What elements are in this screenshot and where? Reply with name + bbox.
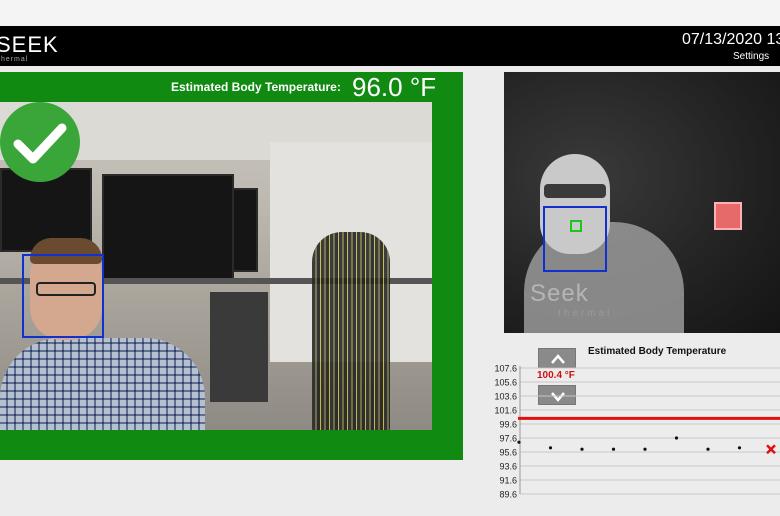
equipment [210,292,268,402]
monitor [102,174,234,282]
thermal-watermark: Seek [530,280,589,307]
seek-logo-sub: thermal [0,56,29,63]
temperature-chart: Estimated Body Temperature 100.4 °F 107.… [480,340,780,516]
thermal-hotspot [714,202,742,230]
app-header: SEEK thermal 07/13/2020 13 Settings [0,26,780,66]
monitor [232,188,258,272]
face-detection-box [22,254,104,338]
y-tick-label: 89.6 [499,490,517,500]
data-point [580,447,584,451]
top-strip [0,0,780,26]
data-point [737,446,742,450]
thermal-view: Seek thermal [504,72,780,333]
data-point [548,446,553,450]
y-tick-label: 99.6 [499,420,517,430]
y-tick-label: 101.6 [494,406,517,416]
y-tick-label: 105.6 [494,378,517,388]
measurement-point [570,220,582,232]
status-badge [0,102,80,182]
temperature-label: Estimated Body Temperature: [171,80,341,94]
data-point [643,447,647,451]
temperature-value: 96.0 °F [352,72,437,102]
y-tick-label: 91.6 [499,476,517,486]
datetime: 07/13/2020 13 [682,31,780,48]
cable-bundle [312,232,390,430]
seek-logo: SEEK [0,32,59,57]
thermal-watermark-sub: thermal [558,308,613,319]
detection-panel: Estimated Body Temperature: 96.0 °F [0,72,463,460]
checkmark-icon [13,123,67,164]
thermal-glasses [544,184,606,198]
settings-link[interactable]: Settings [733,51,769,62]
data-point [611,447,616,451]
y-tick-label: 93.6 [499,462,517,472]
y-tick-label: 103.6 [494,392,517,402]
person-body [0,338,205,430]
y-tick-label: 107.6 [494,364,517,374]
chart-plot: 107.6 105.6 103.6 101.6 99.6 97.6 95.6 93.6 91.6… [494,364,780,500]
data-point [517,440,521,444]
y-tick-label: 97.6 [499,434,517,444]
thermal-face-box [543,206,607,272]
data-point [674,436,679,440]
data-point [706,447,710,451]
y-tick-label: 95.6 [499,448,517,458]
